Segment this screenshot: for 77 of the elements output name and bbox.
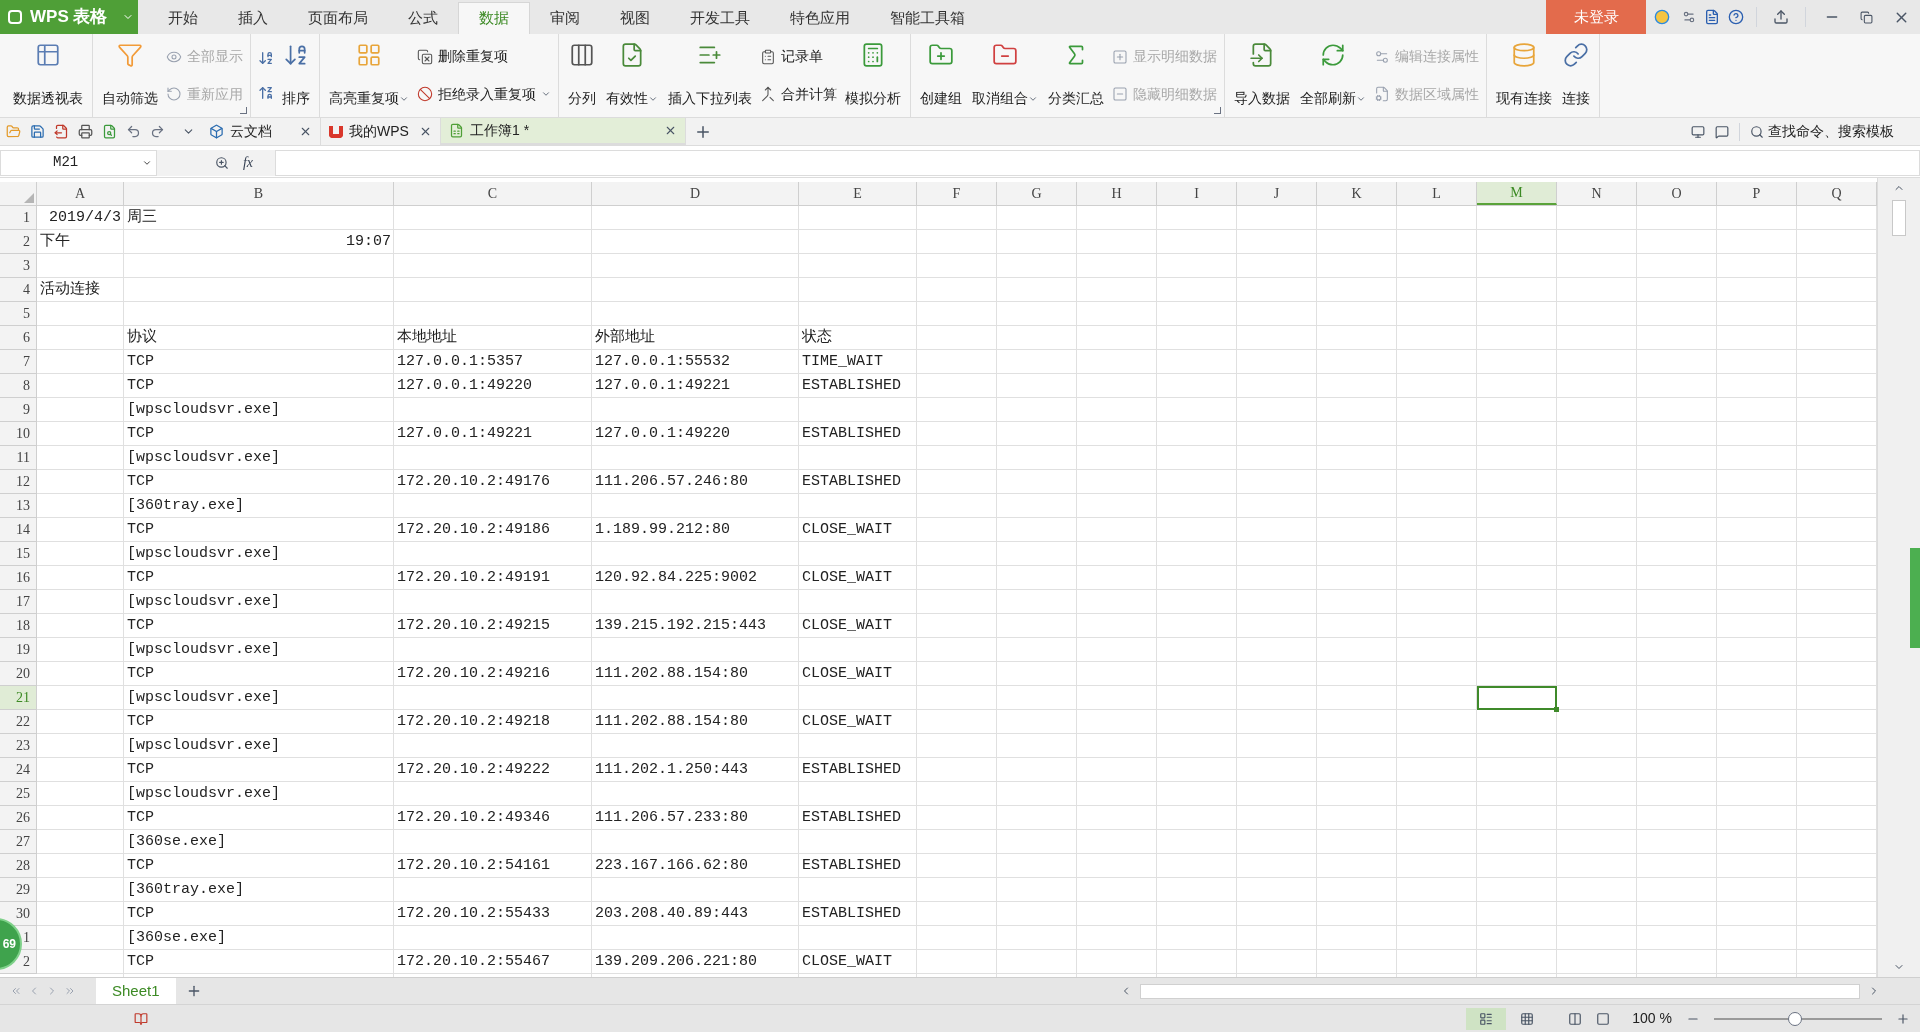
table-cell-text: 172.20.10.2:49222 [396,759,552,780]
table-cell-text: TCP [126,759,155,780]
table-cell-text: CLOSE_WAIT [801,663,893,684]
table-cell-text: ESTABLISHED [801,759,903,780]
table-cell-text: TCP [126,615,155,636]
table-cell-text: TCP [126,663,155,684]
table-cell-text: 203.208.40.89:443 [594,903,750,924]
table-cell-text: ESTABLISHED [801,375,903,396]
table-cell-text: CLOSE_WAIT [801,711,893,732]
table-cell-text: [wpscloudsvr.exe] [126,687,282,708]
table-cell-text: 172.20.10.2:49191 [396,567,552,588]
table-cell-text: TCP [126,519,155,540]
table-cell-text: CLOSE_WAIT [801,519,893,540]
table-cell-text: [wpscloudsvr.exe] [126,543,282,564]
table-cell-text: 本地地址 [396,327,458,348]
table-cell-text: 外部地址 [594,327,656,348]
table-cell-text: ESTABLISHED [801,423,903,444]
table-cell-text: TCP [126,903,155,924]
table-cell-text: [wpscloudsvr.exe] [126,399,282,420]
table-cell-text: [360se.exe] [126,927,228,948]
table-cell-text: 127.0.0.1:5357 [396,351,525,372]
table-cell-text: ESTABLISHED [801,807,903,828]
table-cell-text: [wpscloudsvr.exe] [126,783,282,804]
table-cell-text: [wpscloudsvr.exe] [126,735,282,756]
table-cell-text: 172.20.10.2:55467 [396,951,552,972]
table-cell-text: CLOSE_WAIT [801,951,893,972]
table-cell-text: [wpscloudsvr.exe] [126,639,282,660]
table-cell-text: TCP [126,951,155,972]
table-cell-text: 127.0.0.1:49221 [396,423,534,444]
table-cell-text: 111.202.88.154:80 [594,663,750,684]
table-cell-text: 172.20.10.2:49216 [396,663,552,684]
table-cell-text: ESTABLISHED [801,471,903,492]
table-cell-text: TCP [126,567,155,588]
table-cell-text: 172.20.10.2:49346 [396,807,552,828]
table-cell-text: [360tray.exe] [126,495,246,516]
table-cell-text: TCP [126,711,155,732]
table-cell-text: 172.20.10.2:55433 [396,903,552,924]
table-cell-text: 2019/4/3 [48,207,122,228]
table-cell-text: 139.209.206.221:80 [594,951,759,972]
table-cell-text: 活动连接 [39,279,101,300]
table-cell-text: TCP [126,471,155,492]
table-cell-text: 周三 [126,207,158,228]
table-cell-text: 1.189.99.212:80 [594,519,732,540]
table-cell-text: 120.92.84.225:9002 [594,567,759,588]
table-cell-text: 127.0.0.1:49220 [594,423,732,444]
table-cell-text: 139.215.192.215:443 [594,615,768,636]
table-cell-text: TCP [126,855,155,876]
table-cell-text: TCP [126,375,155,396]
table-cell-text: 19:07 [345,231,392,252]
table-cell-text: 172.20.10.2:49218 [396,711,552,732]
table-cell-text: 127.0.0.1:49221 [594,375,732,396]
table-cell-text: 111.202.88.154:80 [594,711,750,732]
table-cell-text: [360tray.exe] [126,879,246,900]
table-cell-text: 111.202.1.250:443 [594,759,750,780]
table-cell-text: 127.0.0.1:55532 [594,351,732,372]
table-cell-text: CLOSE_WAIT [801,567,893,588]
table-cell-text: ESTABLISHED [801,855,903,876]
table-cell-text: 127.0.0.1:49220 [396,375,534,396]
table-cell-text: [wpscloudsvr.exe] [126,591,282,612]
table-cell-text: 协议 [126,327,158,348]
table-cell-text: 172.20.10.2:49215 [396,615,552,636]
table-cell-text: 状态 [801,327,833,348]
table-cell-text: TIME_WAIT [801,351,884,372]
table-cell-text: 223.167.166.62:80 [594,855,750,876]
table-cell-text: TCP [126,807,155,828]
table-cell-text: TCP [126,351,155,372]
table-cell-text: 111.206.57.246:80 [594,471,750,492]
table-cell-text: TCP [126,423,155,444]
table-cell-text: [wpscloudsvr.exe] [126,447,282,468]
table-cell-text: 111.206.57.233:80 [594,807,750,828]
table-cell-text: 172.20.10.2:54161 [396,855,552,876]
table-cell-text: [360se.exe] [126,831,228,852]
table-cell-text: 下午 [39,231,71,252]
table-cell-text: ESTABLISHED [801,903,903,924]
table-cell-text: 172.20.10.2:49186 [396,519,552,540]
table-cell-text: CLOSE_WAIT [801,615,893,636]
table-cell-text: 172.20.10.2:49176 [396,471,552,492]
